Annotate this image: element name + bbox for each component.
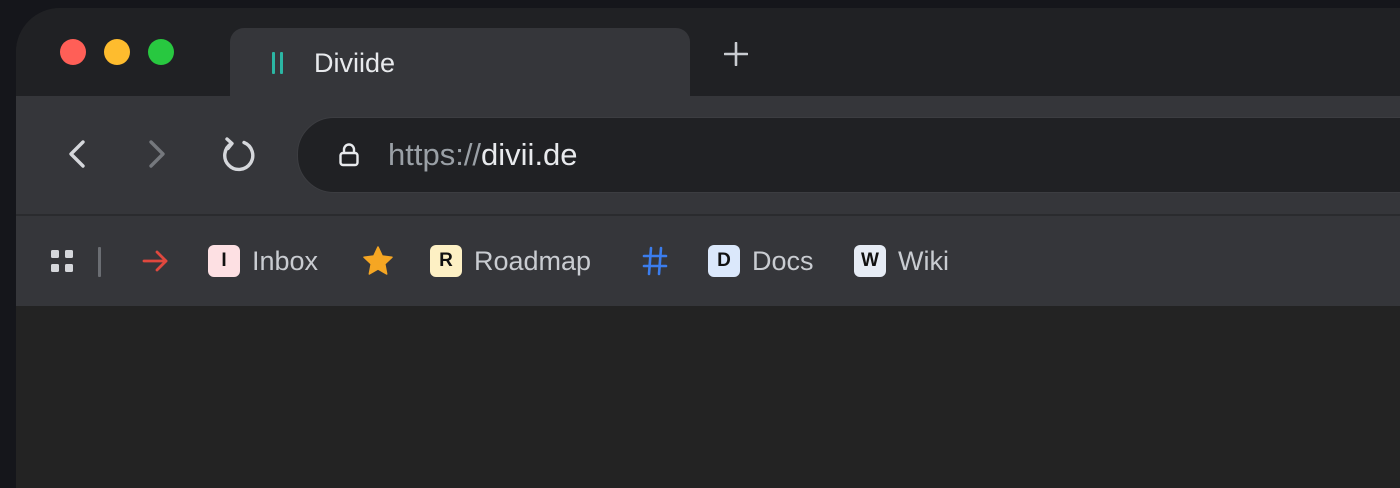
- bookmark-inbox[interactable]: I Inbox: [208, 216, 318, 306]
- reload-button[interactable]: [219, 135, 257, 173]
- bookmark-label-docs: Docs: [752, 245, 814, 276]
- bookmarks-bar: I Inbox R Roadmap D Docs W Wiki: [16, 216, 1400, 306]
- url-scheme: https://: [388, 137, 482, 172]
- tab-title: Diviide: [314, 48, 396, 78]
- url-text[interactable]: https://divii.de: [388, 136, 578, 174]
- reload-icon: [223, 137, 255, 172]
- chevron-right-icon: [149, 140, 165, 168]
- back-button[interactable]: [60, 136, 96, 172]
- page-content: [16, 306, 1400, 488]
- new-tab-button[interactable]: [723, 41, 749, 67]
- navigation-toolbar: https://divii.de: [16, 96, 1400, 214]
- bookmark-roadmap[interactable]: R Roadmap: [430, 216, 591, 306]
- pause-bars-icon: [272, 52, 286, 74]
- bookmark-label-inbox: Inbox: [252, 245, 319, 276]
- tab-active[interactable]: Diviide: [230, 28, 690, 96]
- forward-button[interactable]: [138, 136, 174, 172]
- bookmark-wiki[interactable]: W Wiki: [854, 216, 949, 306]
- bookmark-arrow[interactable]: [142, 216, 170, 306]
- bookmark-star[interactable]: [362, 216, 394, 306]
- hash-icon: [642, 246, 668, 276]
- browser-window: Diviide https://divii.de I Inbox R Roadm…: [16, 8, 1400, 488]
- bookmark-badge-roadmap: R: [430, 245, 462, 277]
- star-icon: [363, 246, 393, 275]
- bookmark-docs[interactable]: D Docs: [708, 216, 814, 306]
- bookmark-hash[interactable]: [642, 216, 668, 306]
- tab-strip: Diviide: [16, 8, 1400, 96]
- bookmark-label-roadmap: Roadmap: [474, 245, 592, 276]
- bookmark-label-wiki: Wiki: [898, 245, 949, 276]
- apps-button[interactable]: [50, 216, 74, 306]
- url-host: divii.de: [481, 137, 578, 172]
- minimize-window-button[interactable]: [104, 39, 130, 65]
- address-bar[interactable]: https://divii.de: [297, 117, 1400, 193]
- plus-icon: [723, 41, 749, 67]
- bookmark-badge-inbox: I: [208, 245, 240, 277]
- lock-icon[interactable]: [338, 142, 360, 168]
- bookmark-badge-wiki: W: [854, 245, 886, 277]
- close-window-button[interactable]: [60, 39, 86, 65]
- chevron-left-icon: [69, 140, 85, 168]
- apps-grid-icon: [51, 250, 73, 272]
- arrow-right-icon: [142, 250, 168, 272]
- maximize-window-button[interactable]: [148, 39, 174, 65]
- bookmarks-separator: [98, 247, 101, 277]
- bookmark-badge-docs: D: [708, 245, 740, 277]
